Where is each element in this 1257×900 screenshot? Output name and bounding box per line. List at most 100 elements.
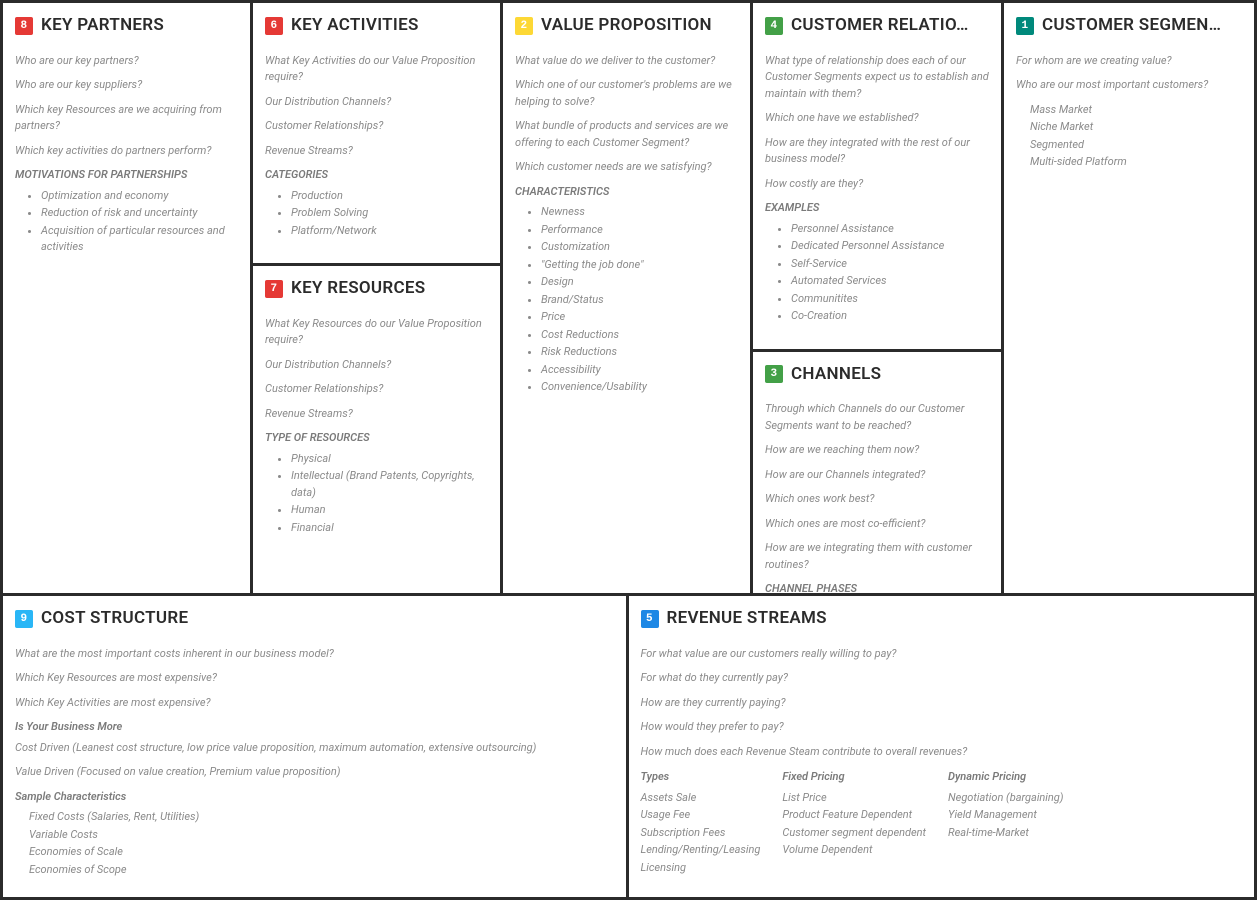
section-revenue-streams: 5 REVENUE STREAMS For what value are our… bbox=[629, 596, 1255, 897]
list-item: Our Distribution Channels? bbox=[265, 357, 488, 374]
section-title: 8 KEY PARTNERS bbox=[15, 13, 238, 39]
question-list: What Key Activities do our Value Proposi… bbox=[265, 53, 488, 160]
section-body: For whom are we creating value?Who are o… bbox=[1016, 53, 1242, 171]
list-item: Production bbox=[291, 188, 488, 205]
list-item: Customization bbox=[541, 239, 738, 256]
col-relationships-channels: 4 CUSTOMER RELATIO… What type of relatio… bbox=[753, 3, 1004, 593]
list-item: How would they prefer to pay? bbox=[641, 719, 1243, 736]
section-body: What Key Activities do our Value Proposi… bbox=[265, 53, 488, 240]
item-list: NewnessPerformanceCustomization"Getting … bbox=[515, 204, 738, 396]
number-badge: 6 bbox=[265, 17, 283, 35]
section-body: What value do we deliver to the customer… bbox=[515, 53, 738, 396]
plain-list: Mass MarketNiche MarketSegmentedMulti-si… bbox=[1016, 102, 1242, 171]
list-item: Value Driven (Focused on value creation,… bbox=[15, 764, 614, 781]
question-list: For what value are our customers really … bbox=[641, 646, 1243, 761]
section-body: What are the most important costs inhere… bbox=[15, 646, 614, 879]
list-item: Which key activities do partners perform… bbox=[15, 143, 238, 160]
subheading: Is Your Business More bbox=[15, 719, 614, 736]
list-item: What Key Resources do our Value Proposit… bbox=[265, 316, 488, 349]
list-item: Reduction of risk and uncertainty bbox=[41, 205, 238, 222]
column-row: Product Feature Dependent bbox=[782, 807, 926, 824]
column-row: Negotiation (bargaining) bbox=[948, 790, 1063, 807]
subheading: MOTIVATIONS FOR PARTNERSHIPS bbox=[15, 167, 238, 184]
list-item: How are we reaching them now? bbox=[765, 442, 989, 459]
item-list: ProductionProblem SolvingPlatform/Networ… bbox=[265, 188, 488, 240]
list-item: Which ones work best? bbox=[765, 491, 989, 508]
section-title: 5 REVENUE STREAMS bbox=[641, 606, 1243, 632]
list-item: Convenience/Usability bbox=[541, 379, 738, 396]
title-text: COST STRUCTURE bbox=[41, 606, 188, 632]
subheading: CHANNEL PHASES bbox=[765, 581, 989, 593]
number-badge: 2 bbox=[515, 17, 533, 35]
business-model-canvas: 8 KEY PARTNERS Who are our key partners?… bbox=[0, 0, 1257, 900]
list-item: What value do we deliver to the customer… bbox=[515, 53, 738, 70]
list-item: Our Distribution Channels? bbox=[265, 94, 488, 111]
list-item: Risk Reductions bbox=[541, 344, 738, 361]
list-item: Accessibility bbox=[541, 362, 738, 379]
column-row: Volume Dependent bbox=[782, 842, 926, 859]
list-item: Fixed Costs (Salaries, Rent, Utilities) bbox=[29, 809, 614, 826]
list-item: Which Key Resources are most expensive? bbox=[15, 670, 614, 687]
section-title: 9 COST STRUCTURE bbox=[15, 606, 614, 632]
question-list: Who are our key partners?Who are our key… bbox=[15, 53, 238, 160]
column-row: List Price bbox=[782, 790, 926, 807]
col-customer-segments: 1 CUSTOMER SEGMEN… For whom are we creat… bbox=[1004, 3, 1254, 593]
bottom-row: 9 COST STRUCTURE What are the most impor… bbox=[3, 596, 1254, 897]
list-item: Human bbox=[291, 502, 488, 519]
column-row: Customer segment dependent bbox=[782, 825, 926, 842]
list-item: Economies of Scale bbox=[29, 844, 614, 861]
title-text: KEY PARTNERS bbox=[41, 13, 164, 39]
section-customer-relationships: 4 CUSTOMER RELATIO… What type of relatio… bbox=[753, 3, 1001, 352]
column-row: Real-time-Market bbox=[948, 825, 1063, 842]
section-title: 7 KEY RESOURCES bbox=[265, 276, 488, 302]
list-item: Brand/Status bbox=[541, 292, 738, 309]
revenue-column: TypesAssets SaleUsage FeeSubscription Fe… bbox=[641, 768, 761, 877]
list-item: Financial bbox=[291, 520, 488, 537]
title-text: KEY RESOURCES bbox=[291, 276, 425, 302]
section-key-partners: 8 KEY PARTNERS Who are our key partners?… bbox=[3, 3, 250, 593]
title-text: VALUE PROPOSITION bbox=[541, 13, 712, 39]
section-body: Through which Channels do our Customer S… bbox=[765, 401, 989, 593]
list-item: Customer Relationships? bbox=[265, 381, 488, 398]
list-item: Variable Costs bbox=[29, 827, 614, 844]
title-text: CHANNELS bbox=[791, 362, 881, 388]
list-item: Cost Driven (Leanest cost structure, low… bbox=[15, 740, 614, 757]
list-item: Self-Service bbox=[791, 256, 989, 273]
item-list: Optimization and economyReduction of ris… bbox=[15, 188, 238, 256]
list-item: Which one of our customer's problems are… bbox=[515, 77, 738, 110]
list-item: Which ones are most co-efficient? bbox=[765, 516, 989, 533]
list-item: Dedicated Personnel Assistance bbox=[791, 238, 989, 255]
column-header: Fixed Pricing bbox=[782, 769, 926, 786]
question-list: Through which Channels do our Customer S… bbox=[765, 401, 989, 573]
subheading: TYPE OF RESOURCES bbox=[265, 430, 488, 447]
number-badge: 1 bbox=[1016, 17, 1034, 35]
list-item: Cost Reductions bbox=[541, 327, 738, 344]
question-list: For whom are we creating value?Who are o… bbox=[1016, 53, 1242, 94]
list-item: For what do they currently pay? bbox=[641, 670, 1243, 687]
list-item: How are our Channels integrated? bbox=[765, 467, 989, 484]
section-title: 6 KEY ACTIVITIES bbox=[265, 13, 488, 39]
list-item: Customer Relationships? bbox=[265, 118, 488, 135]
list-item: Price bbox=[541, 309, 738, 326]
section-cost-structure: 9 COST STRUCTURE What are the most impor… bbox=[3, 596, 629, 897]
list-item: Acquisition of particular resources and … bbox=[41, 223, 238, 256]
subheading: CHARACTERISTICS bbox=[515, 184, 738, 201]
line-list: Cost Driven (Leanest cost structure, low… bbox=[15, 740, 614, 781]
list-item: How are they integrated with the rest of… bbox=[765, 135, 989, 168]
list-item: Which customer needs are we satisfying? bbox=[515, 159, 738, 176]
revenue-column: Fixed Pricing List PriceProduct Feature D… bbox=[782, 768, 926, 877]
list-item: Design bbox=[541, 274, 738, 291]
list-item: Economies of Scope bbox=[29, 862, 614, 879]
number-badge: 4 bbox=[765, 17, 783, 35]
list-item: Mass Market bbox=[1030, 102, 1242, 119]
list-item: What type of relationship does each of o… bbox=[765, 53, 989, 103]
subheading: CATEGORIES bbox=[265, 167, 488, 184]
item-list: Personnel AssistanceDedicated Personnel … bbox=[765, 221, 989, 325]
column-row: Yield Management bbox=[948, 807, 1063, 824]
section-title: 4 CUSTOMER RELATIO… bbox=[765, 13, 989, 39]
title-text: KEY ACTIVITIES bbox=[291, 13, 419, 39]
list-item: Through which Channels do our Customer S… bbox=[765, 401, 989, 434]
list-item: Performance bbox=[541, 222, 738, 239]
number-badge: 9 bbox=[15, 610, 33, 628]
section-body: What Key Resources do our Value Proposit… bbox=[265, 316, 488, 537]
